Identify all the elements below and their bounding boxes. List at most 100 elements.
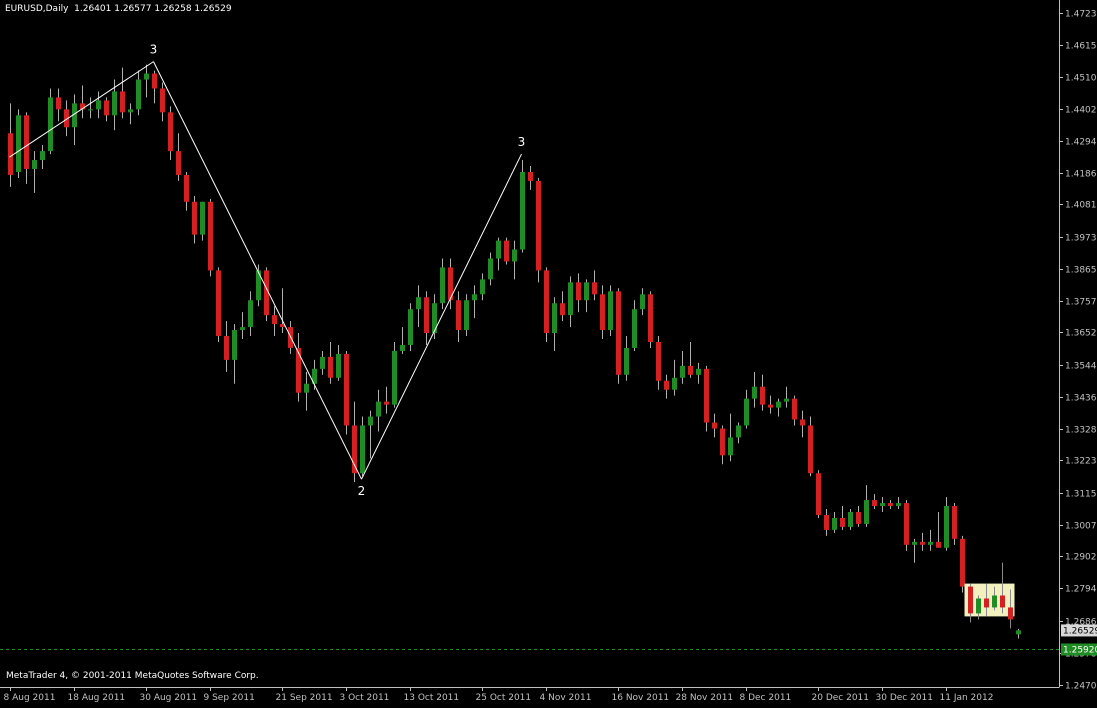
bear-candle-body <box>616 291 621 375</box>
price-tick-label: 1.30070 <box>1065 522 1097 532</box>
bear-candle-body <box>272 315 277 325</box>
bear-candle-body <box>560 303 565 316</box>
chart-canvas[interactable]: 3 2 3 1.47230 1.46150 1.45100 1.44020 1.42940 1… <box>0 0 1097 704</box>
time-tick-label: 30 Aug 2011 <box>140 693 198 703</box>
bear-candle-body <box>840 517 845 527</box>
bear-candle-body <box>56 97 61 110</box>
bull-candle-body <box>752 386 757 399</box>
bear-candle-body <box>960 538 965 587</box>
bear-candle-body <box>592 282 597 295</box>
bear-candle-body <box>648 294 653 342</box>
bear-candle-body <box>344 353 349 426</box>
bear-candle-body <box>216 270 221 337</box>
bull-candle-body <box>672 377 677 390</box>
bull-candle-body <box>992 595 997 608</box>
bull-candle-body <box>376 401 381 417</box>
open-value: 1.26401 <box>74 4 112 14</box>
bear-candle-body <box>184 174 189 202</box>
bull-candle-body <box>864 500 869 524</box>
price-tick-label: 1.41860 <box>1065 170 1097 180</box>
bear-candle-body <box>968 586 973 614</box>
price-tick-label: 1.33280 <box>1065 426 1097 436</box>
time-tick-label: 11 Jan 2012 <box>940 693 994 703</box>
bull-candle-body <box>48 97 53 152</box>
bear-candle-body <box>328 356 333 378</box>
bull-candle-body <box>40 151 45 161</box>
price-tick-label: 1.24700 <box>1065 682 1097 692</box>
bull-candle-body <box>432 303 437 334</box>
bull-candle-body <box>1016 630 1021 635</box>
bull-candle-body <box>608 291 613 331</box>
bull-candle-body <box>912 541 917 545</box>
bull-candle-body <box>736 425 741 438</box>
bear-candle-body <box>176 151 181 175</box>
bull-candle-body <box>784 398 789 402</box>
bear-candle-body <box>1008 607 1013 620</box>
copyright-text: MetaTrader 4, © 2001-2011 MetaQuotes Sof… <box>6 671 259 681</box>
bull-candle-body <box>400 344 405 351</box>
bull-candle-body <box>320 356 325 369</box>
bull-candle-body <box>976 598 981 614</box>
time-tick-label: 8 Aug 2011 <box>4 693 56 703</box>
bull-candle-body <box>696 368 701 375</box>
price-tick-label: 1.29020 <box>1065 553 1097 563</box>
price-tick-label: 1.40810 <box>1065 201 1097 211</box>
bear-candle-body <box>920 541 925 545</box>
bear-candle-body <box>792 398 797 420</box>
bull-candle-body <box>880 503 885 507</box>
bear-candle-body <box>904 503 909 545</box>
bull-candle-body <box>552 303 557 334</box>
bear-candle-body <box>504 240 509 262</box>
bull-candle-body <box>848 512 853 527</box>
price-tick-label: 1.37570 <box>1065 298 1097 308</box>
bear-candle-body <box>192 201 197 235</box>
bear-candle-body <box>168 112 173 152</box>
bear-candle-body <box>656 341 661 381</box>
bear-candle-body <box>536 180 541 271</box>
bull-candle-body <box>248 300 253 328</box>
chart-header: EURUSD,Daily 1.26401 1.26577 1.26258 1.2… <box>5 4 232 14</box>
bull-candle-body <box>360 425 365 474</box>
time-tick-label: 4 Nov 2011 <box>540 693 592 703</box>
price-tick-label: 1.31150 <box>1065 490 1097 500</box>
bear-candle-body <box>872 500 877 507</box>
current-price-label: 1.26529 <box>1063 626 1097 636</box>
bear-candle-body <box>120 91 125 113</box>
bull-candle-body <box>464 300 469 331</box>
time-tick-label: 30 Dec 2011 <box>876 693 934 703</box>
price-tick-label: 1.42940 <box>1065 138 1097 148</box>
time-tick-label: 13 Oct 2011 <box>404 693 460 703</box>
chart-root[interactable]: 3 2 3 1.47230 1.46150 1.45100 1.44020 1.42940 1… <box>0 0 1097 704</box>
bull-candle-body <box>568 282 573 316</box>
price-tick-label: 1.36520 <box>1065 329 1097 339</box>
bear-candle-body <box>952 506 957 539</box>
bear-candle-body <box>296 347 301 393</box>
time-tick-label: 3 Oct 2011 <box>340 693 390 703</box>
bear-candle-body <box>224 336 229 360</box>
bear-candle-body <box>800 419 805 426</box>
bear-candle-body <box>104 100 109 116</box>
bear-candle-body <box>600 294 605 331</box>
bull-candle-body <box>336 353 341 378</box>
close-value: 1.26529 <box>194 4 232 14</box>
bull-candle-body <box>584 282 589 301</box>
bear-candle-body <box>808 425 813 474</box>
bull-candle-body <box>520 171 525 250</box>
bear-candle-body <box>704 368 709 423</box>
bear-candle-body <box>664 380 669 390</box>
bull-candle-body <box>96 100 101 110</box>
bull-candle-body <box>112 91 117 116</box>
price-tick-label: 1.27940 <box>1065 585 1097 595</box>
bear-candle-body <box>720 428 725 456</box>
bear-candle-body <box>824 514 829 530</box>
bull-candle-body <box>512 249 517 262</box>
bull-candle-body <box>640 294 645 310</box>
bull-candle-body <box>240 327 245 331</box>
bull-candle-body <box>200 201 205 235</box>
bear-candle-body <box>384 401 389 405</box>
bull-candle-body <box>16 115 21 172</box>
time-tick-label: 21 Sep 2011 <box>276 693 333 703</box>
time-tick-label: 16 Nov 2011 <box>612 693 670 703</box>
bear-candle-body <box>856 512 861 524</box>
price-tick-label: 1.47230 <box>1065 10 1097 20</box>
